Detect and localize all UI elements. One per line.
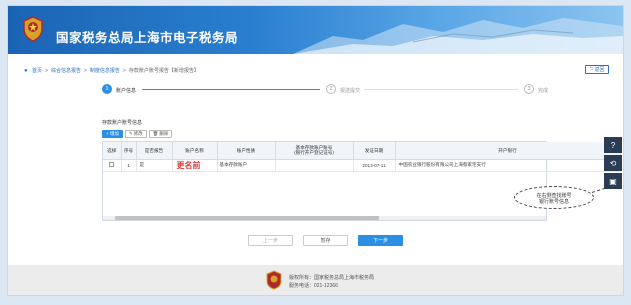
row-report: 是 <box>136 159 173 172</box>
section-title: 存款账户账号信息 <box>102 120 143 126</box>
site-footer: 版权所有：国家税务总局上海市税务局 服务电话：021-12366 <box>8 265 623 295</box>
step-2-label: 报送提交 <box>340 88 361 94</box>
footer-info: 版权所有：国家税务总局上海市税务局 服务电话：021-12366 <box>289 274 374 290</box>
breadcrumb-separator: > <box>45 67 48 74</box>
column-header: 开户银行 <box>395 142 621 160</box>
column-header: 基本存款账户账号 (银行开户登记证号) <box>275 142 354 160</box>
row-account-name: 更名前 <box>172 159 218 172</box>
column-header: 账户性质 <box>217 142 276 160</box>
breadcrumb-current: 存款账户账号报告【新增报告】 <box>128 68 199 74</box>
great-wall-banner-icon <box>293 18 623 54</box>
column-header: 是否报告 <box>136 142 173 160</box>
tax-emblem-icon <box>23 16 43 42</box>
column-header: 序号 <box>121 142 137 160</box>
form-actions: 上一步 暂存 下一步 <box>248 235 403 246</box>
add-button[interactable]: + 增加 <box>102 130 123 138</box>
side-toolbar: ? ⟲ ▣ <box>604 137 622 191</box>
pencil-icon: ✎ <box>128 131 133 136</box>
site-header: 国家税务总局上海市电子税务局 <box>8 6 623 54</box>
site-title: 国家税务总局上海市电子税务局 <box>56 31 239 45</box>
step-3-circle: 3 <box>524 84 534 94</box>
column-header: 选择 <box>103 142 122 160</box>
breadcrumb-comprehensive-report[interactable]: 综合信息报告 <box>51 67 81 74</box>
footer-phone: 服务电话：021-12366 <box>289 283 338 289</box>
step-1-circle: 1 <box>102 84 112 94</box>
help-icon[interactable]: ? <box>604 137 622 153</box>
step-1-label: 账户信息 <box>116 88 137 94</box>
row-checkbox[interactable] <box>109 162 115 167</box>
column-header: 账户名称 <box>172 142 218 160</box>
return-icon: ⮌ <box>589 65 594 72</box>
refresh-icon[interactable]: ⟲ <box>604 155 622 171</box>
step-2-circle: 2 <box>326 84 336 94</box>
delete-button[interactable]: 🗑 删除 <box>148 130 173 138</box>
back-button-label: 返回 <box>594 67 605 73</box>
scrollbar-thumb[interactable] <box>115 216 379 220</box>
breadcrumb-system-report[interactable]: 制度信息报告 <box>90 67 120 74</box>
select-cell <box>103 159 122 172</box>
step-indicator: 1 账户信息 2 报送提交 3 完成 <box>102 83 550 97</box>
breadcrumb-separator: > <box>122 67 126 74</box>
next-step-button[interactable]: 下一步 <box>358 235 403 246</box>
save-draft-button[interactable]: 暂存 <box>303 235 348 246</box>
edit-button-label: 修改 <box>133 131 143 136</box>
step-connector <box>142 89 320 90</box>
edit-button[interactable]: ✎ 修改 <box>124 130 147 138</box>
annotation-bubble: 在右侧查找账号 银行账号信息 <box>514 186 594 209</box>
back-button[interactable]: ⮌ 返回 <box>585 65 609 74</box>
breadcrumb-home[interactable]: 首页 <box>32 67 42 74</box>
location-pin-icon: ● <box>24 67 28 74</box>
horizontal-scrollbar[interactable] <box>103 216 546 220</box>
step-connector <box>364 89 518 90</box>
tax-badge-icon <box>266 270 282 290</box>
delete-button-label: 删除 <box>159 131 169 136</box>
row-account-type: 基本存款账户 <box>217 159 276 172</box>
trash-icon: 🗑 <box>152 131 159 136</box>
annotation-line-2: 银行账号信息 <box>538 199 569 205</box>
row-bank: 中国农业银行股份有限公司上海蔡家宅支行 <box>395 159 621 172</box>
row-index: 1 <box>121 159 137 172</box>
save-icon[interactable]: ▣ <box>604 173 622 189</box>
prev-step-button[interactable]: 上一步 <box>248 235 293 246</box>
row-cert-no <box>275 159 354 172</box>
app-frame: 国家税务总局上海市电子税务局 ● 首页 > 综合信息报告 > 制度信息报告 > … <box>7 5 624 296</box>
footer-copyright: 版权所有：国家税务总局上海市税务局 <box>289 275 375 281</box>
column-header: 发证日期 <box>353 142 396 160</box>
breadcrumb: ● 首页 > 综合信息报告 > 制度信息报告 > 存款账户账号报告【新增报告】 <box>24 67 199 75</box>
breadcrumb-separator: > <box>83 67 87 74</box>
account-table: 选择 序号 是否报告 账户名称 账户性质 基本存款账户账号 (银行开户登记证号)… <box>102 141 621 221</box>
table-row[interactable]: 1 是 更名前 基本存款账户 2013-07-11 中国农业银行股份有限公司上海… <box>103 159 621 172</box>
row-issue-date: 2013-07-11 <box>353 159 396 172</box>
step-3-label: 完成 <box>538 88 549 94</box>
table-toolbar: + 增加 ✎ 修改 🗑 删除 <box>102 130 173 138</box>
table-header-row: 选择 序号 是否报告 账户名称 账户性质 基本存款账户账号 (银行开户登记证号)… <box>103 142 621 160</box>
